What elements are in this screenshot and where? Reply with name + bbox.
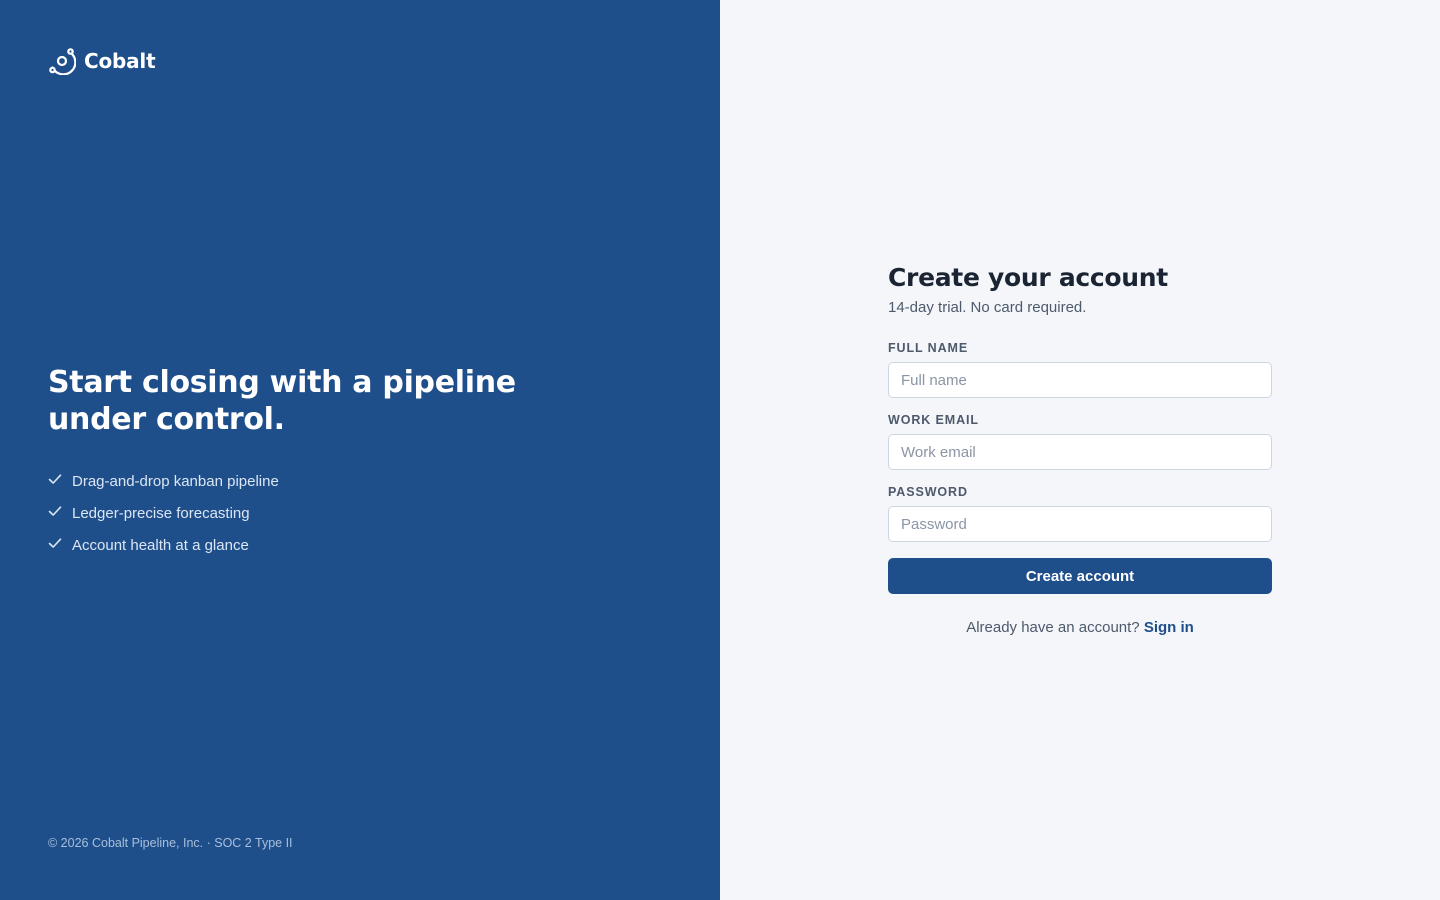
form-subtitle: 14-day trial. No card required.: [888, 299, 1087, 316]
feature-item: Ledger-precise forecasting: [48, 497, 608, 529]
work-email-label: WORK EMAIL: [888, 413, 979, 427]
password-field-group: PASSWORD: [888, 484, 1272, 542]
feature-item: Drag-and-drop kanban pipeline: [48, 465, 608, 497]
create-account-button[interactable]: Create account: [888, 558, 1272, 594]
hero: Start closing with a pipeline under cont…: [48, 364, 608, 561]
check-icon: [48, 472, 62, 490]
feature-label: Ledger-precise forecasting: [72, 504, 250, 522]
full-name-label: FULL NAME: [888, 341, 969, 355]
signup-form: Create your account 14-day trial. No car…: [888, 262, 1272, 636]
brand-name: Cobalt: [84, 49, 156, 73]
brand-panel: Cobalt Start closing with a pipeline und…: [0, 0, 720, 900]
work-email-field-group: WORK EMAIL: [888, 412, 1272, 470]
brand-logo[interactable]: Cobalt: [48, 47, 156, 75]
orbit-logo-icon: [48, 47, 76, 75]
password-input[interactable]: [888, 506, 1272, 542]
signup-panel: Create your account 14-day trial. No car…: [720, 0, 1440, 900]
feature-label: Account health at a glance: [72, 536, 249, 554]
check-icon: [48, 504, 62, 522]
password-label: PASSWORD: [888, 485, 968, 499]
check-icon: [48, 536, 62, 554]
hero-title: Start closing with a pipeline under cont…: [48, 365, 516, 437]
feature-item: Account health at a glance: [48, 529, 608, 561]
signin-prompt-text: Already have an account?: [966, 619, 1140, 636]
signin-link[interactable]: Sign in: [1144, 619, 1194, 636]
signin-prompt: Already have an account? Sign in: [888, 619, 1272, 636]
feature-list: Drag-and-drop kanban pipeline Ledger-pre…: [48, 465, 608, 561]
feature-label: Drag-and-drop kanban pipeline: [72, 472, 279, 490]
footer-copyright: © 2026 Cobalt Pipeline, Inc. · SOC 2 Typ…: [48, 836, 293, 850]
full-name-field-group: FULL NAME: [888, 340, 1272, 398]
form-title: Create your account: [888, 263, 1168, 292]
full-name-input[interactable]: [888, 362, 1272, 398]
work-email-input[interactable]: [888, 434, 1272, 470]
